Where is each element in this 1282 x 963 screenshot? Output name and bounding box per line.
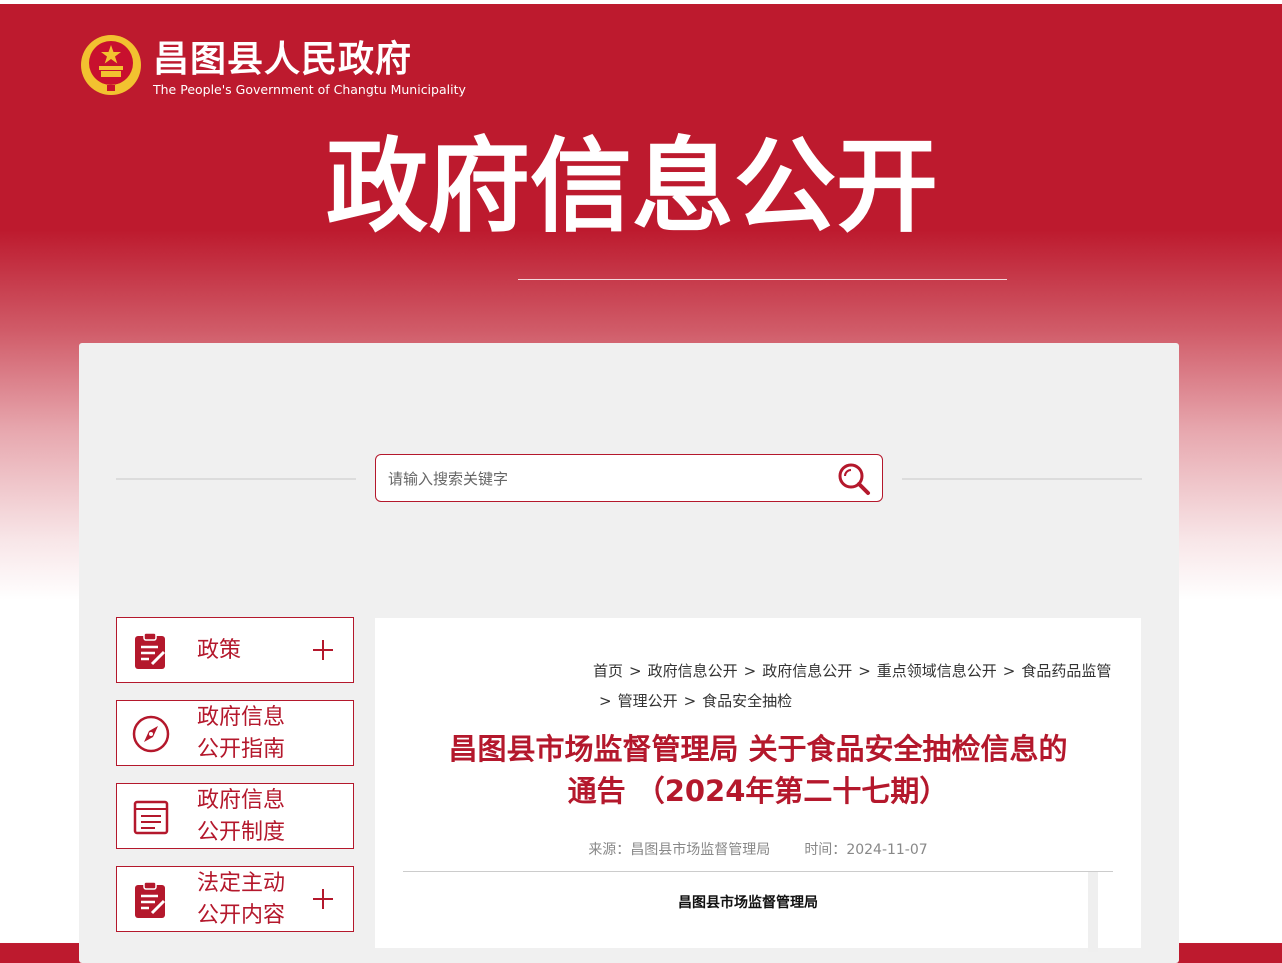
- breadcrumb-item[interactable]: 政府信息公开: [762, 662, 852, 680]
- compass-icon: [132, 715, 170, 753]
- hero-title: 政府信息公开: [326, 128, 938, 247]
- document-scrollbar[interactable]: [1088, 872, 1098, 952]
- clipboard-edit-icon: [135, 881, 166, 918]
- sidebar-item-policy[interactable]: 政策: [116, 617, 354, 683]
- site-title[interactable]: 昌图县人民政府: [153, 38, 412, 82]
- plus-icon[interactable]: [311, 638, 335, 662]
- article-meta: 来源：昌图县市场监督管理局 时间：2024-11-07: [588, 842, 928, 858]
- search-icon[interactable]: [836, 461, 872, 497]
- breadcrumb-item[interactable]: 政府信息公开: [648, 662, 738, 680]
- sidebar-item-disclosure-system[interactable]: 政府信息 公开制度: [116, 783, 354, 849]
- search-box: [375, 454, 883, 502]
- breadcrumb-current[interactable]: 食品安全抽检: [702, 692, 792, 710]
- sidebar-item-label: 政策: [197, 638, 242, 663]
- clipboard-edit-icon: [135, 632, 166, 669]
- hero-divider: [518, 279, 1007, 280]
- article-panel: 首页 > 政府信息公开 > 政府信息公开 > 重点领域信息公开 > 食品药品监管> 管理公开 > 食品…: [375, 618, 1141, 952]
- sidebar-item-statutory-content[interactable]: 法定主动 公开内容: [116, 866, 354, 932]
- national-emblem-icon[interactable]: [79, 33, 143, 97]
- search-divider-left: [116, 478, 356, 480]
- sidebar-item-label: 法定主动 公开内容: [197, 871, 286, 928]
- plus-icon[interactable]: [311, 887, 335, 911]
- article-source: 昌图县市场监督管理局: [630, 842, 771, 858]
- breadcrumb-item[interactable]: 重点领域信息公开: [877, 662, 997, 680]
- breadcrumb: 首页 > 政府信息公开 > 政府信息公开 > 重点领域信息公开 > 食品药品监管> 管理公开 > 食品…: [593, 662, 1112, 710]
- sidebar-item-label: 政府信息 公开指南: [197, 705, 286, 762]
- article-title: 昌图县市场监督管理局 关于食品安全抽检信息的 通告 （2024年第二十七期）: [448, 732, 1068, 808]
- document-list-icon: [133, 800, 169, 835]
- search-divider-right: [902, 478, 1142, 480]
- site-subtitle: The People's Government of Changtu Munic…: [153, 82, 466, 97]
- sidebar-item-disclosure-guide[interactable]: 政府信息 公开指南: [116, 700, 354, 766]
- breadcrumb-item[interactable]: 食品药品监管: [1021, 662, 1111, 680]
- document-issuer: 昌图县市场监督管理局: [678, 895, 818, 911]
- breadcrumb-home[interactable]: 首页: [593, 662, 623, 680]
- search-input[interactable]: [386, 463, 820, 495]
- meta-divider: [403, 871, 1113, 872]
- article-date: 2024-11-07: [846, 842, 928, 858]
- sidebar-item-label: 政府信息 公开制度: [197, 788, 286, 845]
- top-strip: [0, 0, 1282, 4]
- breadcrumb-item[interactable]: 管理公开: [618, 692, 678, 710]
